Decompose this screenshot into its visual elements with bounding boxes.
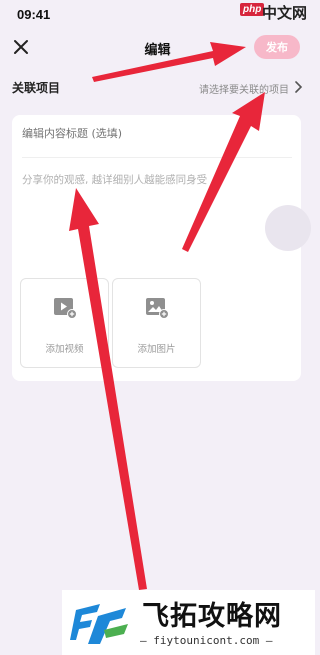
status-time: 09:41: [17, 7, 51, 22]
divider: [22, 157, 292, 158]
content-input[interactable]: 分享你的观感, 越详细别人越能感同身受: [22, 172, 290, 187]
add-image-button[interactable]: 添加图片: [112, 278, 201, 368]
add-image-label: 添加图片: [137, 344, 176, 355]
add-video-label: 添加视频: [45, 344, 84, 355]
header: 编辑 发布: [0, 30, 315, 64]
related-project-label: 关联项目: [12, 81, 61, 95]
site-logo: [70, 604, 128, 644]
floating-assistive-ball[interactable]: [265, 205, 311, 251]
related-project-row[interactable]: 关联项目 请选择要关联的项目: [0, 74, 315, 100]
related-project-placeholder[interactable]: 请选择要关联的项目: [199, 81, 289, 96]
watermark-subtitle: — fiytounicont.com —: [140, 634, 273, 647]
php-badge: php: [240, 3, 265, 16]
status-bar: 09:41 php 中文网: [0, 0, 315, 28]
php-cn-logo: php 中文网: [240, 3, 310, 23]
editor-card: 分享你的观感, 越详细别人越能感同身受 添加视频 添加图片: [12, 115, 301, 381]
publish-button[interactable]: 发布: [254, 35, 300, 59]
php-cn-text: 中文网: [262, 4, 308, 22]
image-add-icon: [146, 298, 169, 319]
add-video-button[interactable]: 添加视频: [20, 278, 109, 368]
title-input[interactable]: [22, 127, 292, 140]
watermark: 飞拓攻略网 — fiytounicont.com —: [62, 590, 315, 655]
watermark-title: 飞拓攻略网: [142, 601, 282, 632]
video-add-icon: [54, 298, 77, 319]
chevron-right-icon: [295, 81, 303, 93]
